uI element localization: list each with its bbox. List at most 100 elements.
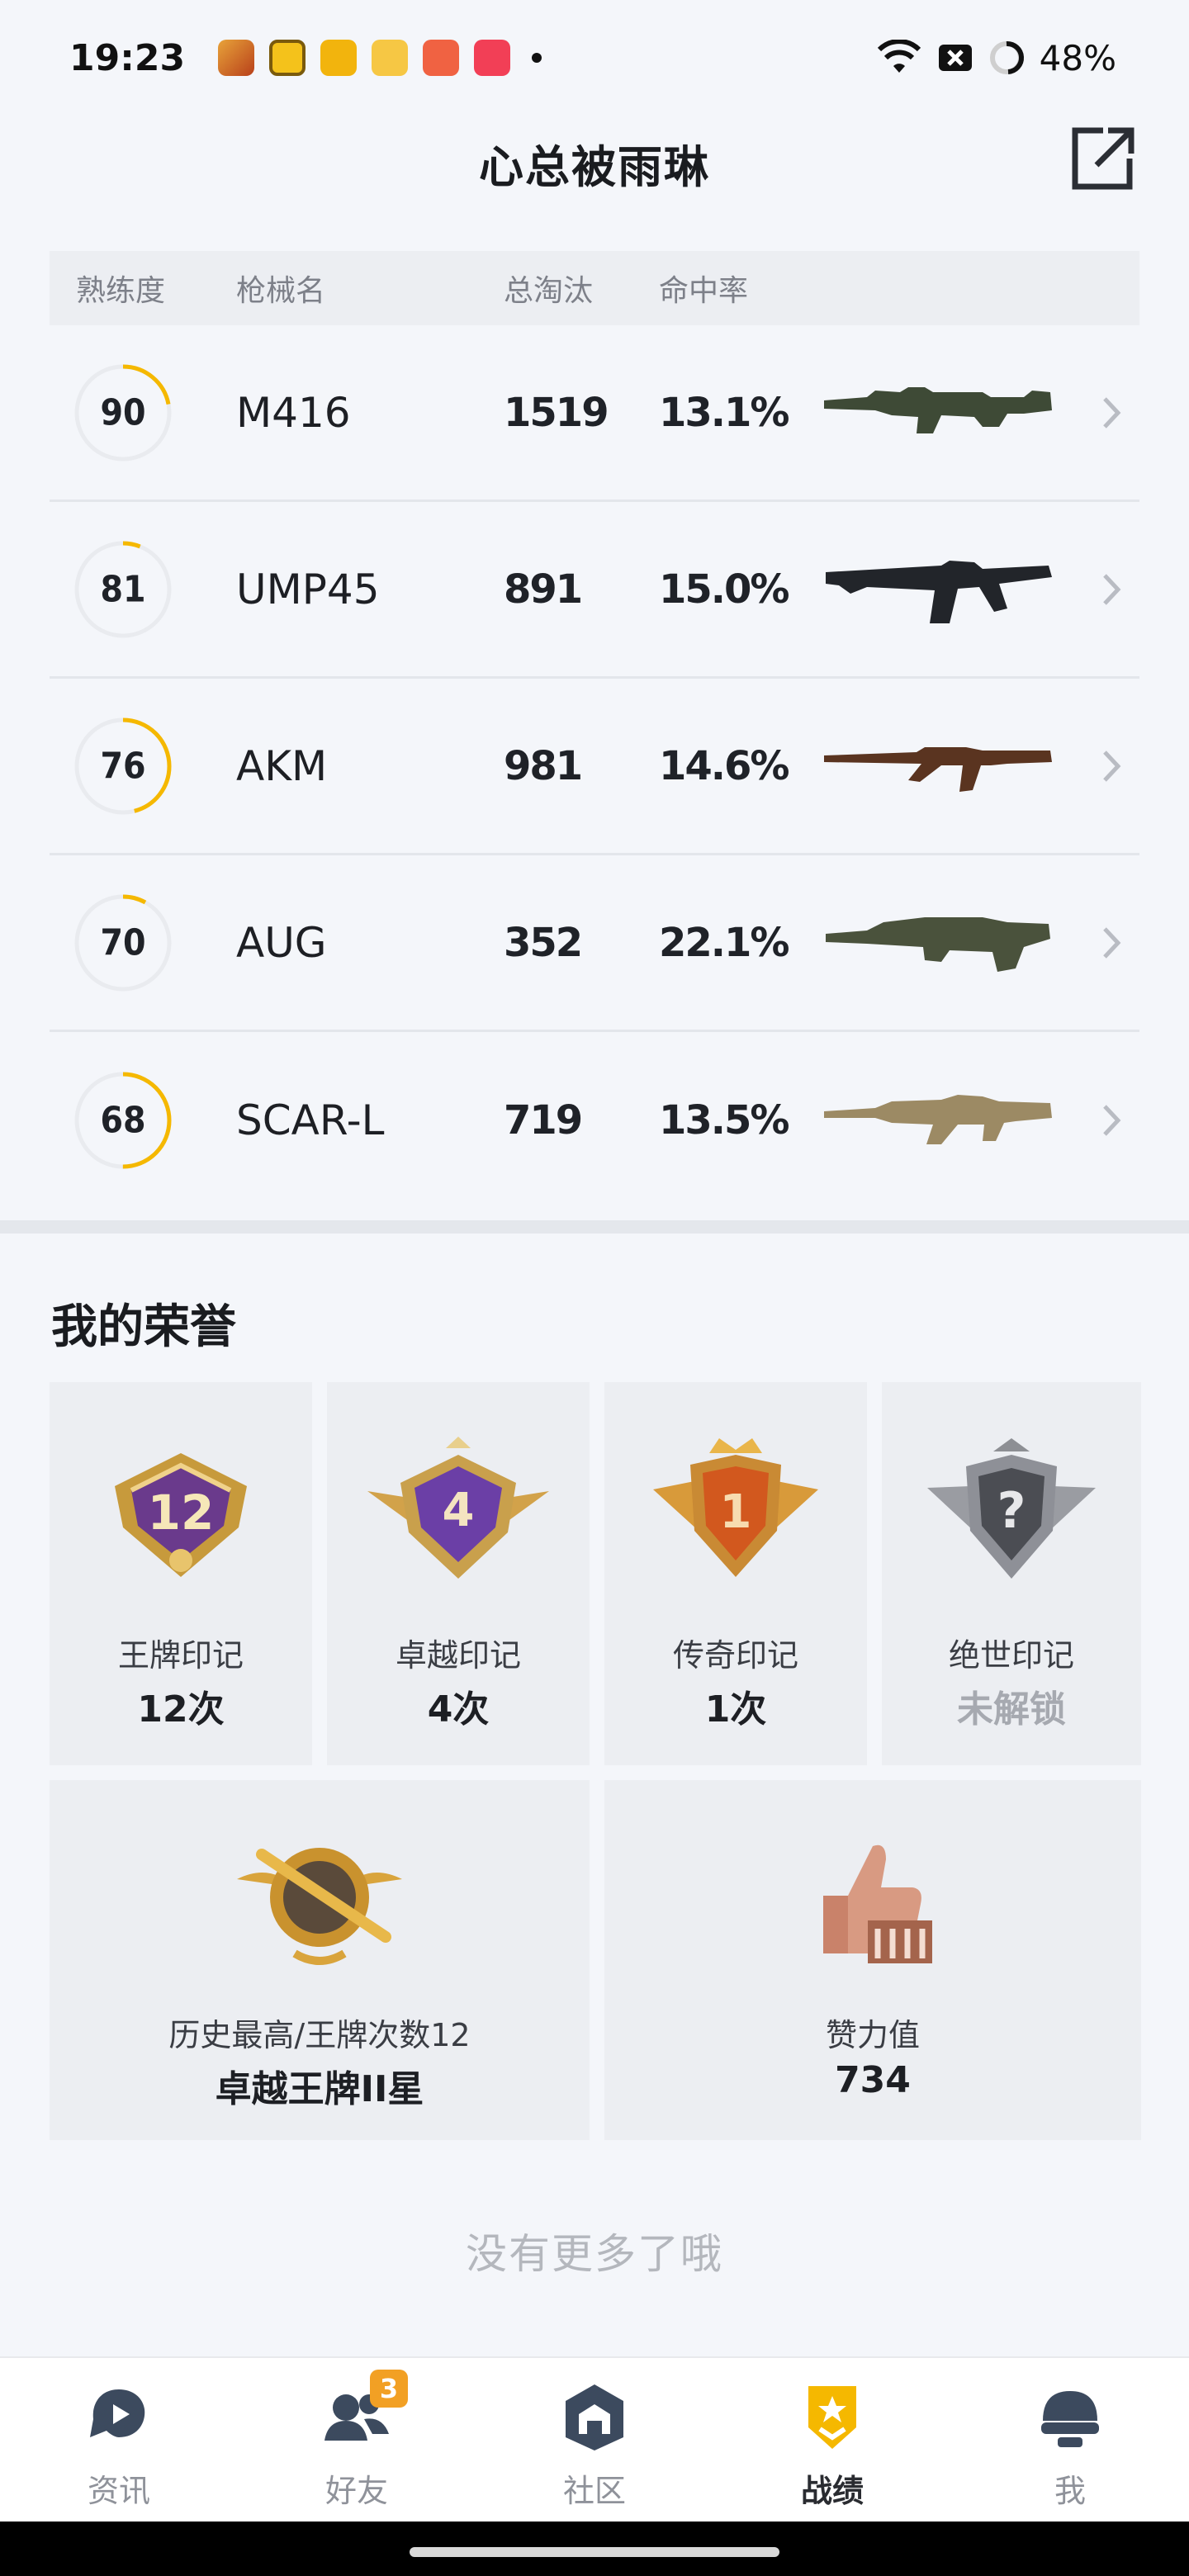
wifi-icon — [877, 40, 921, 73]
book-app-icon — [372, 40, 409, 76]
scar-l-rifle-icon — [824, 1095, 1052, 1144]
weapon-hit-rate: 15.0% — [659, 566, 790, 613]
nav-item-news[interactable]: 资讯 — [0, 2358, 238, 2523]
weapon-row[interactable]: 68 SCAR-L 719 13.5% — [50, 1032, 1139, 1209]
honor-card-likes[interactable]: 赞力值 734 — [604, 1780, 1141, 2140]
col-kills: 总淘汰 — [504, 274, 594, 308]
mastery-value: 76 — [100, 745, 146, 787]
ace-badge-number: 12 — [148, 1485, 215, 1541]
target-app-icon — [269, 40, 306, 76]
weapon-kills: 352 — [504, 919, 583, 966]
weapon-table: 熟练度 枪械名 总淘汰 命中率 90 M416 1519 13.1% 81 UMP45 89… — [50, 251, 1139, 1209]
aug-rifle-icon — [826, 916, 1050, 972]
battery-percent: 48% — [1039, 37, 1116, 78]
honor-card-excellent[interactable]: 4 卓越印记 4次 — [327, 1382, 590, 1765]
honor-card-legend[interactable]: 1 传奇印记 1次 — [604, 1382, 867, 1765]
community-house-icon — [566, 2384, 623, 2451]
weapon-hit-rate: 22.1% — [659, 919, 790, 966]
battery-ring-icon — [989, 40, 1024, 74]
honor-card-ace[interactable]: 12 王牌印记 12次 — [50, 1382, 312, 1765]
bottom-nav: 资讯 3 好友 社区 战绩 我 — [0, 2356, 1189, 2522]
thumbs-up-trophy-icon — [823, 1844, 932, 1963]
honor-label: 传奇印记 — [672, 1637, 798, 1674]
weapon-row[interactable]: 90 M416 1519 13.1% — [50, 325, 1139, 502]
honor-card-peerless[interactable]: ? 绝世印记 未解锁 — [882, 1382, 1141, 1765]
nav-item-stats[interactable]: 战绩 — [713, 2358, 951, 2523]
weapon-kills: 891 — [504, 566, 583, 613]
nav-label: 资讯 — [87, 2473, 150, 2509]
excellent-mark-badge-icon: 4 — [367, 1437, 549, 1579]
honor-card-highest-rank[interactable]: 历史最高/王牌次数12 卓越王牌II星 — [50, 1780, 590, 2140]
m416-rifle-icon — [824, 386, 1052, 433]
ump45-smg-icon — [826, 560, 1052, 623]
section-divider — [0, 1220, 1189, 1234]
weapon-row[interactable]: 70 AUG 352 22.1% — [50, 855, 1139, 1032]
weapon-name: UMP45 — [236, 565, 380, 613]
mastery-value: 68 — [100, 1099, 146, 1142]
col-weapon-name: 枪械名 — [236, 274, 326, 308]
page-title: 心总被雨琳 — [479, 141, 710, 193]
weapon-name: SCAR-L — [236, 1096, 385, 1144]
nav-item-friends[interactable]: 3 好友 — [238, 2358, 476, 2523]
highest-rank-label: 历史最高/王牌次数12 — [168, 2017, 471, 2053]
news-play-icon — [90, 2389, 145, 2437]
honor-value: 12次 — [137, 1688, 225, 1731]
likes-label: 赞力值 — [825, 2017, 920, 2053]
weapon-kills: 719 — [504, 1097, 583, 1144]
chevron-right-icon — [1103, 396, 1121, 429]
weapon-hit-rate: 14.6% — [659, 742, 790, 789]
weapon-hit-rate: 13.1% — [659, 389, 790, 436]
friends-badge: 3 — [370, 2370, 408, 2408]
more-notifications-dot — [532, 53, 542, 63]
news-app-icon — [320, 40, 358, 76]
nav-label-active: 战绩 — [800, 2473, 864, 2509]
nav-label: 我 — [1054, 2473, 1086, 2509]
home-indicator[interactable] — [410, 2547, 779, 2557]
honor-value: 1次 — [704, 1688, 767, 1731]
peerless-badge-number: ? — [997, 1482, 1026, 1540]
honor-value: 4次 — [427, 1688, 490, 1731]
weapon-name: AKM — [236, 741, 328, 790]
notification-app-icons — [218, 40, 511, 76]
weapon-hit-rate: 13.5% — [659, 1097, 790, 1144]
akm-rifle-icon — [824, 746, 1052, 792]
chevron-right-icon — [1103, 1105, 1121, 1136]
honors-title: 我的荣誉 — [51, 1300, 236, 1354]
weapon-kills: 981 — [504, 742, 583, 789]
weapon-row[interactable]: 76 AKM 981 14.6% — [50, 679, 1139, 855]
likes-value: 734 — [835, 2059, 911, 2101]
honor-label: 王牌印记 — [117, 1637, 244, 1674]
music-app-icon — [474, 40, 511, 76]
nav-label: 社区 — [562, 2473, 626, 2509]
mastery-value: 81 — [100, 568, 146, 610]
video-app-icon — [423, 40, 460, 76]
mastery-value: 90 — [100, 391, 146, 433]
chevron-right-icon — [1103, 573, 1121, 605]
honor-value-locked: 未解锁 — [957, 1688, 1066, 1731]
weapon-name: AUG — [236, 918, 327, 967]
ace-rank-emblem-icon — [237, 1848, 402, 1965]
weapon-kills: 1519 — [504, 389, 609, 436]
stats-shield-icon — [808, 2386, 856, 2449]
weapon-row[interactable]: 81 UMP45 891 15.0% — [50, 502, 1139, 679]
status-bar: 19:23 48% — [0, 0, 1189, 116]
nav-item-community[interactable]: 社区 — [476, 2358, 713, 2523]
battery-saver-icon — [938, 45, 972, 71]
nav-item-me[interactable]: 我 — [951, 2358, 1189, 2523]
title-bar: 心总被雨琳 — [0, 116, 1189, 215]
ace-mark-badge-icon: 12 — [115, 1453, 247, 1577]
col-mastery: 熟练度 — [76, 274, 166, 308]
legend-mark-badge-icon: 1 — [653, 1438, 818, 1577]
nav-label: 好友 — [324, 2473, 388, 2509]
no-more-text: 没有更多了哦 — [466, 2230, 723, 2278]
honor-label: 卓越印记 — [395, 1637, 521, 1674]
share-external-icon[interactable] — [1067, 124, 1138, 195]
weapon-name: M416 — [236, 388, 351, 437]
legend-badge-number: 1 — [720, 1485, 752, 1539]
col-hit-rate: 命中率 — [659, 274, 749, 308]
chevron-right-icon — [1103, 926, 1121, 959]
highest-rank-value: 卓越王牌II星 — [215, 2068, 424, 2110]
status-right: 48% — [876, 38, 1116, 78]
status-time: 19:23 — [69, 36, 186, 79]
peerless-mark-badge-icon: ? — [927, 1438, 1096, 1579]
